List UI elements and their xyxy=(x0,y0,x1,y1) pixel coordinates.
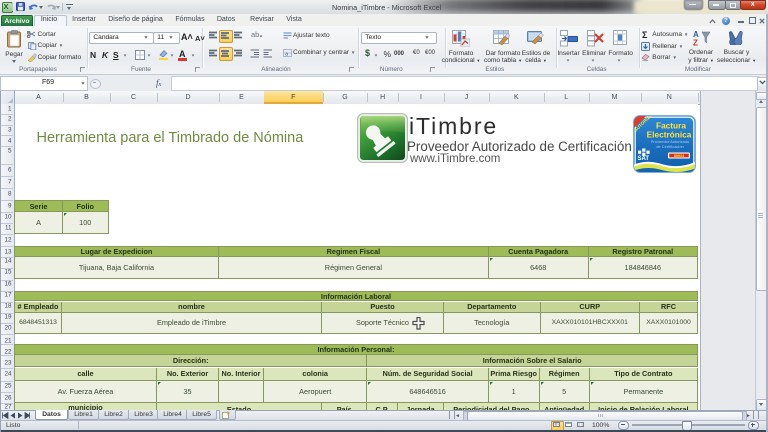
svg-text:a: a xyxy=(285,51,288,57)
svg-text:SAT: SAT xyxy=(638,156,650,162)
svg-text:Z: Z xyxy=(693,38,698,46)
svg-text:89934: 89934 xyxy=(674,154,685,158)
svg-text:de Certificación: de Certificación xyxy=(656,143,684,148)
